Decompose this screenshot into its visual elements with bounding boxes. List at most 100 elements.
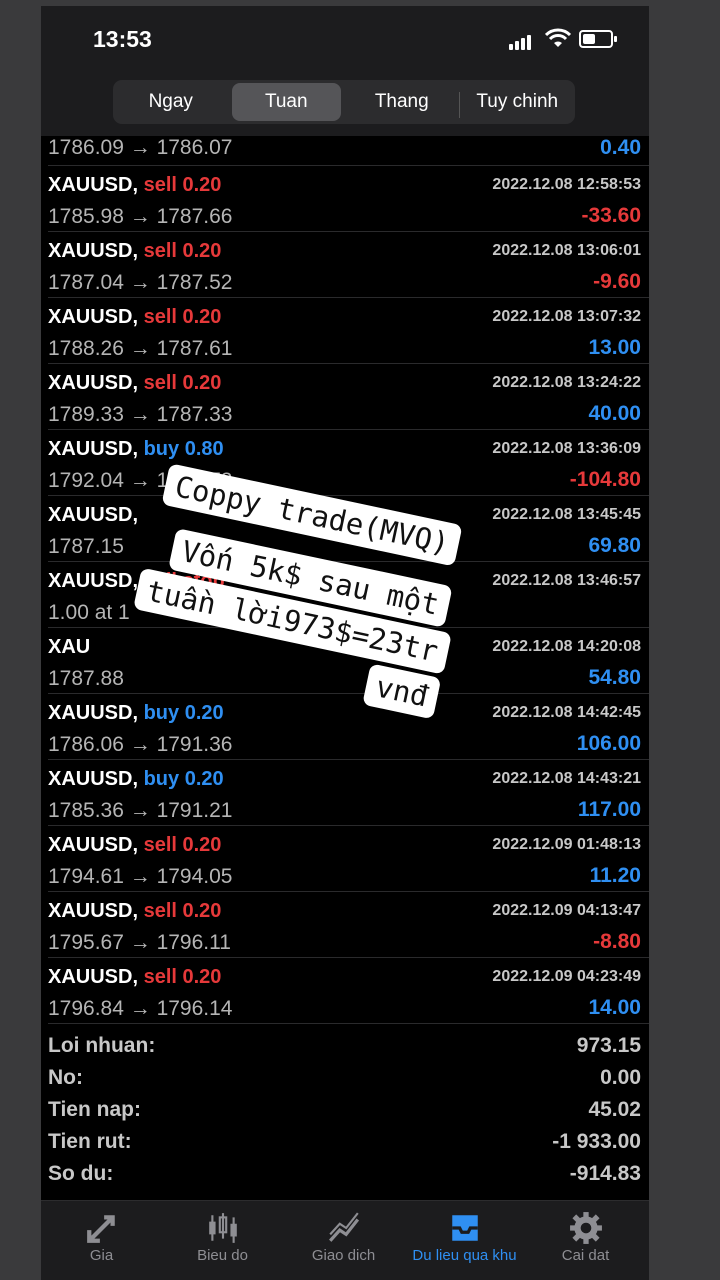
trade-symbol-line: XAUUSD, sell 0.20 <box>48 834 221 857</box>
trade-datetime: 2022.12.08 14:42:45 <box>492 704 641 721</box>
trade-symbol: XAU <box>48 636 91 658</box>
trade-row[interactable]: XAUUSD, buy 0.80 2022.12.08 13:36:09 1792.… <box>41 430 649 496</box>
trade-symbol: XAUUSD, <box>48 174 139 196</box>
trade-lot: 0.20 <box>182 900 222 922</box>
status-time: 13:53 <box>93 26 152 52</box>
trade-row[interactable]: XAUUSD, buy 0.20 2022.12.08 14:43:21 1785.… <box>41 760 649 826</box>
trade-datetime: 2022.12.08 13:24:22 <box>492 374 641 391</box>
trade-symbol: XAUUSD, <box>48 504 139 526</box>
trade-row[interactable]: XAUUSD, sell 0.20 2022.12.08 13:07:32 1788… <box>41 298 649 364</box>
trade-datetime: 2022.12.09 01:48:13 <box>492 836 641 853</box>
trade-side: sell <box>143 900 177 922</box>
summary-row: Tien rut: -1 933.00 <box>48 1126 641 1158</box>
trade-prices: 1788.26 → 1787.61 <box>48 337 233 360</box>
bottom-tab-bar: Gia Bieu do Giao dich Du lieu qua khu Cai da… <box>41 1200 649 1280</box>
trade-symbol-line: XAUUSD, sell 0.20 <box>48 306 221 329</box>
trade-lot: 0.20 <box>182 174 222 196</box>
tab-label: Du lieu qua khu <box>412 1247 517 1264</box>
tab-cai-dat[interactable]: Cai dat <box>525 1201 646 1280</box>
trade-side: buy <box>143 438 180 460</box>
trade-row[interactable]: XAUUSD, sell 0.20 2022.12.09 04:13:47 1795… <box>41 892 649 958</box>
trade-row[interactable]: XAUUSD, sell 0.20 2022.12.08 13:06:01 1787… <box>41 232 649 298</box>
summary-row: So du: -914.83 <box>48 1158 641 1190</box>
trade-lot: 0.20 <box>184 768 224 790</box>
trade-profit: -8.80 <box>593 930 641 953</box>
tab-label: Gia <box>89 1247 114 1264</box>
trade-prices: 1786.09 → 1786.07 <box>48 136 233 159</box>
summary-label: Tien rut: <box>48 1130 132 1153</box>
trade-profit: 14.00 <box>588 996 641 1019</box>
status-bar: 13:53 <box>41 6 649 76</box>
trade-datetime: 2022.12.08 13:36:09 <box>492 440 641 457</box>
trade-profit: 54.80 <box>588 666 641 689</box>
trade-profit: -104.80 <box>569 468 641 491</box>
trade-profit: 69.80 <box>588 534 641 557</box>
summary-value: 973.15 <box>576 1034 641 1057</box>
tab-label: Bieu do <box>197 1247 248 1264</box>
summary-value: -914.83 <box>569 1162 641 1185</box>
trade-profit: 117.00 <box>577 798 641 821</box>
trade-symbol-line: XAUUSD, sell 0.20 <box>48 900 221 923</box>
trade-symbol: XAUUSD, <box>48 306 139 328</box>
trade-profit: 106.00 <box>576 732 641 755</box>
summary-row: Tien nap: 45.02 <box>48 1094 641 1126</box>
trade-profit: -33.60 <box>581 204 641 227</box>
trade-row[interactable]: XAUUSD, sell 0.20 2022.12.09 04:23:49 1796… <box>41 958 649 1024</box>
trade-symbol: XAUUSD, <box>48 570 139 592</box>
tab-du-lieu-qua-khu[interactable]: Du lieu qua khu <box>404 1201 525 1280</box>
summary-label: Loi nhuan: <box>48 1034 156 1057</box>
tab-bieu-do[interactable]: Bieu do <box>162 1201 283 1280</box>
trade-row[interactable]: XAUUSD, sell 0.20 2022.12.08 12:58:53 1785… <box>41 166 649 232</box>
trade-datetime: 2022.12.08 14:43:21 <box>492 770 641 787</box>
trade-prices: 1.00 at 1 <box>48 601 130 624</box>
trade-symbol: XAUUSD, <box>48 966 139 988</box>
tab-label: Cai dat <box>561 1247 610 1264</box>
signal-icon <box>509 32 533 50</box>
trade-symbol: XAUUSD, <box>48 240 139 262</box>
gear-icon <box>569 1212 602 1244</box>
trade-symbol: XAUUSD, <box>48 768 139 790</box>
trade-datetime: 2022.12.08 12:58:53 <box>492 176 641 193</box>
trade-row[interactable]: 1786.09 → 1786.07 0.40 <box>41 136 649 166</box>
trade-profit: -9.60 <box>593 270 641 293</box>
trade-symbol-line: XAUUSD, <box>48 504 138 527</box>
tab-gia[interactable]: Gia <box>41 1201 162 1280</box>
wifi-icon <box>545 28 571 47</box>
trade-row[interactable]: XAUUSD, sell 0.20 2022.12.09 01:48:13 1794… <box>41 826 649 892</box>
tab-tuan[interactable]: Tuan <box>231 83 341 121</box>
trade-profit: 11.20 <box>589 864 641 887</box>
trade-datetime: 2022.12.08 13:06:01 <box>492 242 641 259</box>
trade-prices: 1787.88 <box>48 667 124 690</box>
price-arrows-icon <box>86 1215 115 1243</box>
trade-lot: 0.20 <box>182 372 222 394</box>
tab-ngay[interactable]: Ngay <box>116 83 226 121</box>
battery-icon <box>579 30 617 48</box>
history-tray-icon <box>451 1215 478 1241</box>
trade-prices: 1787.04 → 1787.52 <box>48 271 233 294</box>
summary-value: -1 933.00 <box>552 1130 641 1153</box>
summary-label: No: <box>48 1066 83 1089</box>
trade-symbol: XAUUSD, <box>48 438 139 460</box>
trade-lot: 0.20 <box>182 834 222 856</box>
tab-thang[interactable]: Thang <box>347 83 457 121</box>
trade-prices: 1789.33 → 1787.33 <box>48 403 233 426</box>
trade-lot: 0.20 <box>182 966 222 988</box>
period-segmented-control: Ngay Tuan Thang Tuy chinh <box>113 80 575 124</box>
tab-giao-dich[interactable]: Giao dich <box>283 1201 404 1280</box>
trade-datetime: 2022.12.09 04:13:47 <box>492 902 641 919</box>
tab-tuy-chinh[interactable]: Tuy chinh <box>458 83 573 121</box>
summary-label: So du: <box>48 1162 114 1185</box>
trade-side: sell <box>143 966 177 988</box>
summary-row: No: 0.00 <box>48 1062 641 1094</box>
summary-row: Loi nhuan: 973.15 <box>48 1030 641 1062</box>
trade-symbol-line: XAU <box>48 636 90 659</box>
trade-side: buy <box>143 768 180 790</box>
trade-symbol: XAUUSD, <box>48 900 139 922</box>
trade-prices: 1785.36 → 1791.21 <box>48 799 233 822</box>
trade-row[interactable]: XAUUSD, sell 0.20 2022.12.08 13:24:22 1789… <box>41 364 649 430</box>
trade-side: sell <box>143 240 177 262</box>
trade-symbol-line: XAUUSD, sell 0.20 <box>48 240 221 263</box>
candlestick-icon <box>208 1213 237 1243</box>
trade-side: sell <box>143 306 177 328</box>
trade-side: sell <box>143 834 177 856</box>
